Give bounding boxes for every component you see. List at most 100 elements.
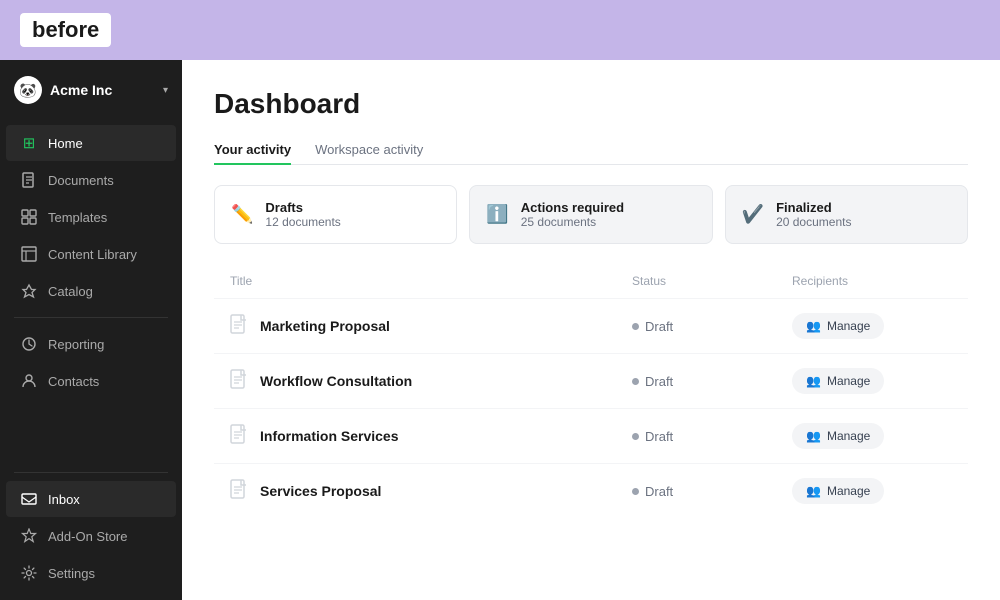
manage-label: Manage bbox=[827, 374, 870, 388]
sidebar-item-label: Catalog bbox=[48, 284, 93, 299]
sidebar-item-label: Documents bbox=[48, 173, 114, 188]
sidebar-item-label: Settings bbox=[48, 566, 95, 581]
content-area: Dashboard Your activity Workspace activi… bbox=[182, 60, 1000, 600]
doc-file-icon bbox=[230, 479, 248, 504]
doc-title-cell: Services Proposal bbox=[230, 479, 632, 504]
table-row: Workflow Consultation Draft 👥 Manage bbox=[214, 353, 968, 408]
documents-table: Marketing Proposal Draft 👥 Manage Workfl… bbox=[214, 298, 968, 518]
main-container: 🐼 Acme Inc ▾ ⊞ Home Documents Templates bbox=[0, 60, 1000, 600]
stat-card-finalized: ✔️ Finalized 20 documents bbox=[725, 185, 968, 244]
chevron-down-icon: ▾ bbox=[163, 85, 168, 96]
sidebar-item-contacts[interactable]: Contacts bbox=[6, 363, 176, 399]
sidebar-item-home[interactable]: ⊞ Home bbox=[6, 125, 176, 161]
sidebar-item-label: Contacts bbox=[48, 374, 99, 389]
drafts-info: Drafts 12 documents bbox=[265, 200, 340, 229]
doc-file-icon bbox=[230, 314, 248, 339]
table-header: Title Status Recipients bbox=[214, 268, 968, 294]
status-label: Draft bbox=[645, 319, 673, 334]
doc-file-icon bbox=[230, 369, 248, 394]
tabs-bar: Your activity Workspace activity bbox=[214, 136, 968, 165]
manage-users-icon: 👥 bbox=[806, 484, 821, 498]
status-label: Draft bbox=[645, 484, 673, 499]
sidebar-item-content-library[interactable]: Content Library bbox=[6, 236, 176, 272]
doc-title-cell: Workflow Consultation bbox=[230, 369, 632, 394]
sidebar-item-label: Home bbox=[48, 136, 83, 151]
col-header-title: Title bbox=[230, 274, 632, 288]
manage-label: Manage bbox=[827, 484, 870, 498]
drafts-icon: ✏️ bbox=[231, 204, 253, 225]
sidebar-item-addon-store[interactable]: Add-On Store bbox=[6, 518, 176, 554]
sidebar-bottom-nav: Inbox Add-On Store Settings bbox=[0, 460, 182, 600]
sidebar-item-templates[interactable]: Templates bbox=[6, 199, 176, 235]
status-dot-icon bbox=[632, 433, 639, 440]
doc-file-icon bbox=[230, 424, 248, 449]
doc-name: Marketing Proposal bbox=[260, 318, 390, 334]
sidebar-item-label: Inbox bbox=[48, 492, 80, 507]
doc-recipients-cell: 👥 Manage bbox=[792, 368, 952, 394]
table-row: Information Services Draft 👥 Manage bbox=[214, 408, 968, 463]
sidebar-company-header[interactable]: 🐼 Acme Inc ▾ bbox=[0, 60, 182, 120]
addon-store-icon bbox=[20, 527, 38, 545]
doc-recipients-cell: 👥 Manage bbox=[792, 423, 952, 449]
manage-button[interactable]: 👥 Manage bbox=[792, 423, 884, 449]
stat-card-drafts: ✏️ Drafts 12 documents bbox=[214, 185, 457, 244]
finalized-icon: ✔️ bbox=[742, 204, 764, 225]
catalog-icon bbox=[20, 282, 38, 300]
drafts-label: Drafts bbox=[265, 200, 340, 215]
doc-name: Information Services bbox=[260, 428, 399, 444]
inbox-icon bbox=[20, 490, 38, 508]
status-dot-icon bbox=[632, 488, 639, 495]
status-label: Draft bbox=[645, 429, 673, 444]
doc-status: Draft bbox=[632, 484, 792, 499]
manage-users-icon: 👥 bbox=[806, 374, 821, 388]
stats-row: ✏️ Drafts 12 documents ℹ️ Actions requir… bbox=[214, 185, 968, 244]
top-bar: before bbox=[0, 0, 1000, 60]
sidebar-item-catalog[interactable]: Catalog bbox=[6, 273, 176, 309]
doc-title-cell: Marketing Proposal bbox=[230, 314, 632, 339]
manage-users-icon: 👥 bbox=[806, 319, 821, 333]
finalized-label: Finalized bbox=[776, 200, 851, 215]
doc-status: Draft bbox=[632, 374, 792, 389]
status-dot-icon bbox=[632, 378, 639, 385]
sidebar-divider-2 bbox=[14, 472, 168, 473]
sidebar-nav: ⊞ Home Documents Templates Content L bbox=[0, 120, 182, 460]
actions-count: 25 documents bbox=[521, 215, 624, 229]
templates-icon bbox=[20, 208, 38, 226]
actions-required-icon: ℹ️ bbox=[486, 204, 508, 225]
sidebar-item-documents[interactable]: Documents bbox=[6, 162, 176, 198]
sidebar-item-label: Reporting bbox=[48, 337, 104, 352]
manage-label: Manage bbox=[827, 319, 870, 333]
manage-users-icon: 👥 bbox=[806, 429, 821, 443]
manage-button[interactable]: 👥 Manage bbox=[792, 368, 884, 394]
col-header-status: Status bbox=[632, 274, 792, 288]
tab-workspace-activity[interactable]: Workspace activity bbox=[315, 136, 423, 165]
settings-icon bbox=[20, 564, 38, 582]
documents-icon bbox=[20, 171, 38, 189]
sidebar: 🐼 Acme Inc ▾ ⊞ Home Documents Templates bbox=[0, 60, 182, 600]
doc-title-cell: Information Services bbox=[230, 424, 632, 449]
status-label: Draft bbox=[645, 374, 673, 389]
manage-label: Manage bbox=[827, 429, 870, 443]
sidebar-divider bbox=[14, 317, 168, 318]
doc-status: Draft bbox=[632, 429, 792, 444]
finalized-info: Finalized 20 documents bbox=[776, 200, 851, 229]
manage-button[interactable]: 👥 Manage bbox=[792, 313, 884, 339]
page-title: Dashboard bbox=[214, 88, 968, 120]
tab-your-activity[interactable]: Your activity bbox=[214, 136, 291, 165]
reporting-icon bbox=[20, 335, 38, 353]
sidebar-item-settings[interactable]: Settings bbox=[6, 555, 176, 591]
doc-name: Services Proposal bbox=[260, 483, 381, 499]
company-name: Acme Inc bbox=[50, 82, 155, 98]
sidebar-item-label: Templates bbox=[48, 210, 107, 225]
status-dot-icon bbox=[632, 323, 639, 330]
actions-info: Actions required 25 documents bbox=[521, 200, 624, 229]
doc-name: Workflow Consultation bbox=[260, 373, 412, 389]
table-row: Services Proposal Draft 👥 Manage bbox=[214, 463, 968, 518]
finalized-count: 20 documents bbox=[776, 215, 851, 229]
contacts-icon bbox=[20, 372, 38, 390]
doc-recipients-cell: 👥 Manage bbox=[792, 478, 952, 504]
actions-label: Actions required bbox=[521, 200, 624, 215]
sidebar-item-reporting[interactable]: Reporting bbox=[6, 326, 176, 362]
sidebar-item-inbox[interactable]: Inbox bbox=[6, 481, 176, 517]
manage-button[interactable]: 👥 Manage bbox=[792, 478, 884, 504]
